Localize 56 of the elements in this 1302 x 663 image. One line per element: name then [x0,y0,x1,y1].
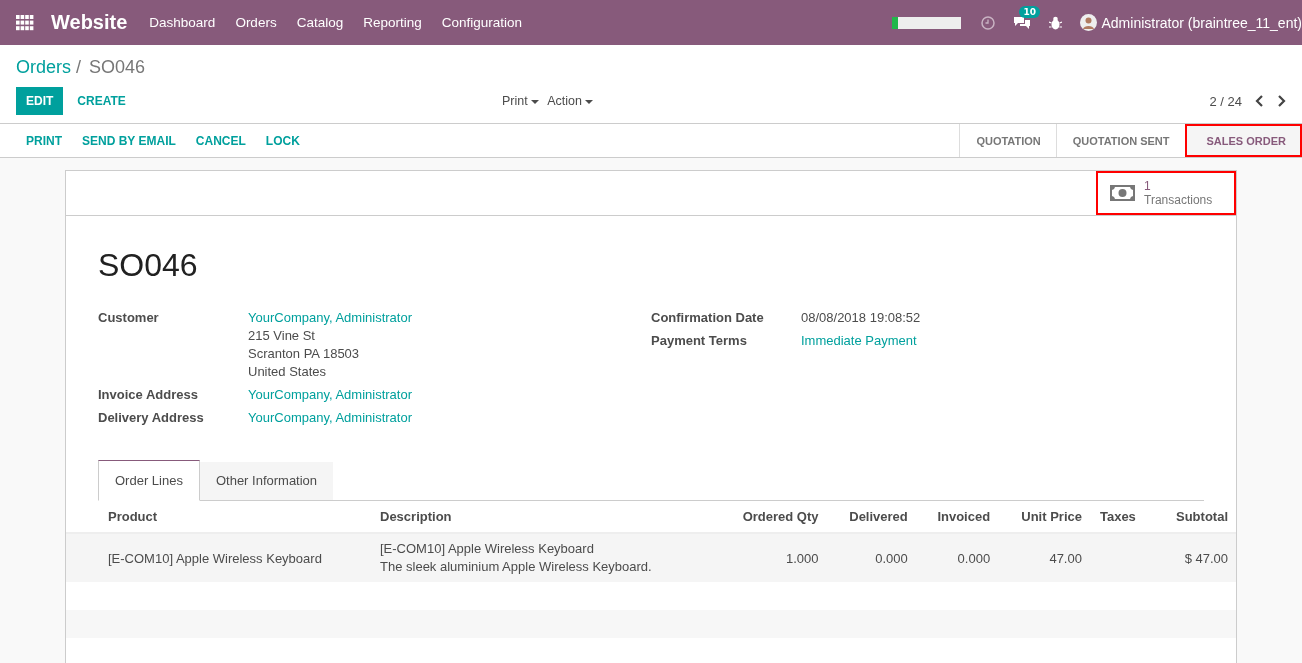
statusbar-button[interactable]: SEND BY EMAIL [72,133,186,148]
table-cell: 1.000 [786,550,819,566]
field-label: Delivery Address [98,409,205,427]
table-cell-text: [E-COM10] Apple Wireless Keyboard [380,540,595,558]
field-label: Payment Terms [651,332,748,350]
pager-value: 2 / 24 [1209,93,1242,109]
app-name: Website [51,11,128,34]
status-stage[interactable]: SALES ORDER [1184,124,1302,157]
breadcrumb-separator: / [76,57,82,77]
statusbar-button[interactable]: CANCEL [185,133,256,148]
breadcrumb-current: SO046 [89,57,146,77]
address-line: United States [248,363,328,381]
menu-item[interactable]: Orders [235,15,277,30]
field-label: Confirmation Date [651,309,765,327]
user-name[interactable]: Administrator (braintree_11_ent) [1101,14,1302,31]
breadcrumb-link[interactable]: Orders [16,57,71,77]
avatar-icon[interactable] [1080,14,1098,31]
address-line: Scranton PA 18503 [248,345,361,363]
field-label: Customer [98,309,160,327]
clock-icon[interactable] [981,15,996,30]
transactions-button[interactable]: 1 Transactions [1096,171,1236,215]
statusbar-button[interactable]: LOCK [255,133,310,148]
chat-icon[interactable] [1013,15,1032,30]
order-title: SO046 [98,247,199,284]
notebook-tab[interactable]: Order Lines [98,460,200,501]
field-link[interactable]: YourCompany, Administrator [248,409,413,427]
field-label: Invoice Address [98,386,199,404]
edit-button[interactable]: EDIT [16,87,64,115]
field-link[interactable]: YourCompany, Administrator [248,309,413,327]
field-link[interactable]: YourCompany, Administrator [248,386,413,404]
menu-item[interactable]: Catalog [296,15,344,30]
table-cell-text: The sleek aluminium Apple Wireless Keyboard. [380,558,653,576]
field-link[interactable]: Immediate Payment [801,332,917,350]
menu-item[interactable]: Configuration [441,15,523,30]
field-value: 08/08/2018 19:08:52 [801,309,921,327]
previous-icon[interactable] [1255,95,1264,107]
notification-badge: 10 [1019,6,1040,18]
dropdown-button[interactable]: Print [498,94,544,108]
table-cell: 47.00 [1049,550,1082,566]
status-stage[interactable]: QUOTATION [959,124,1056,157]
menu-item[interactable]: Reporting [363,15,422,30]
table-cell: $ 47.00 [1184,550,1228,566]
notebook-tab[interactable]: Other Information [199,462,334,500]
table-cell: 0.000 [957,550,991,566]
table-cell: [E-COM10] Apple Wireless Keyboard [108,550,322,566]
create-button[interactable]: CREATE [67,87,136,115]
money-icon [1110,185,1135,201]
apps-menu-icon[interactable] [16,14,34,31]
dropdown-button[interactable]: Action [543,94,598,108]
table-cell: 0.000 [875,550,908,566]
next-icon[interactable] [1277,95,1286,107]
status-stage[interactable]: QUOTATION SENT [1055,124,1185,157]
bug-icon[interactable] [1049,15,1063,30]
menu-item[interactable]: Dashboard [149,15,216,30]
statusbar-button[interactable]: PRINT [16,133,72,148]
address-line: 215 Vine St [248,327,316,345]
